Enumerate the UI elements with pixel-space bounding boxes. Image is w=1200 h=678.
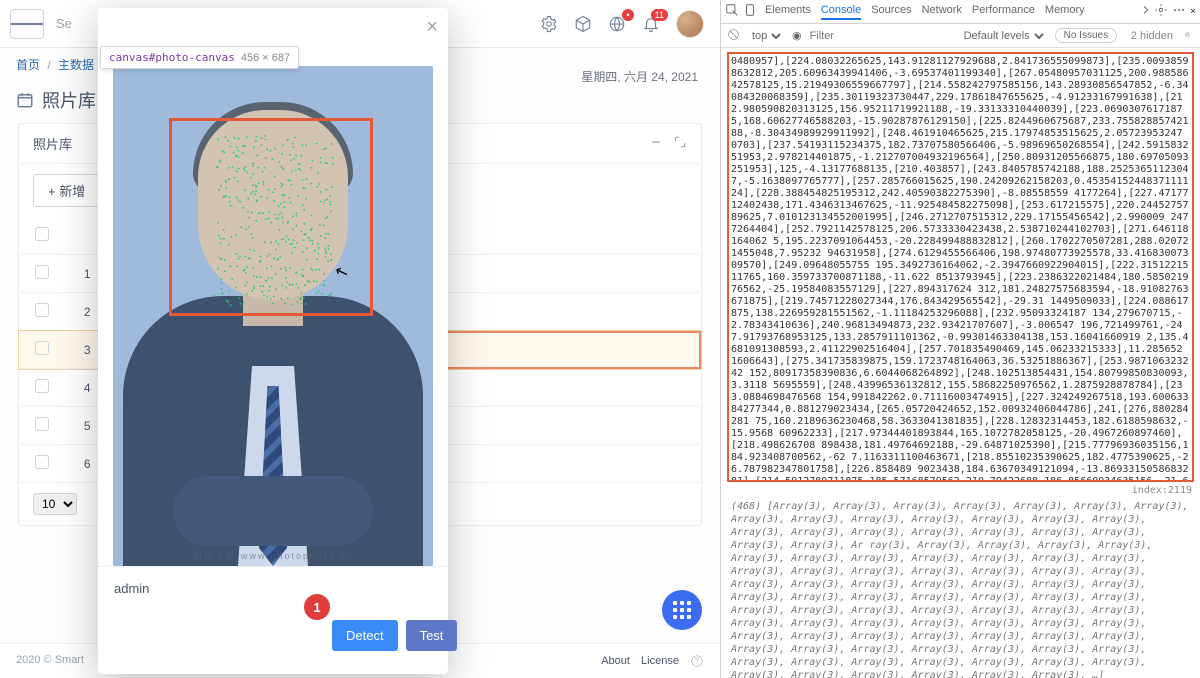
devtools-panel: Elements Console Sources Network Performance… [720, 0, 1200, 678]
breadcrumb-section[interactable]: 主数据 [58, 58, 94, 72]
more-icon[interactable] [1136, 3, 1150, 20]
log-index-a: index:2119 [1132, 485, 1192, 497]
devtools-tab-memory[interactable]: Memory [1045, 4, 1085, 20]
dock-icon[interactable] [1172, 3, 1186, 20]
coord-output: 0480957],[224.08032265625,143.9128112792… [727, 52, 1194, 482]
apps-icon [673, 601, 691, 619]
hidden-count: 2 hidden [1131, 30, 1173, 42]
help-icon[interactable] [690, 654, 704, 668]
row-checkbox[interactable] [35, 265, 49, 279]
menu-toggle-button[interactable] [10, 9, 44, 39]
footer-license[interactable]: License [641, 655, 679, 667]
footer-about[interactable]: About [601, 655, 630, 667]
detect-button[interactable]: Detect [332, 620, 398, 651]
issues-pill[interactable]: No Issues [1055, 28, 1117, 43]
settings-icon[interactable] [1154, 3, 1168, 20]
photo-modal: × canvas#photo-canvas456 × 687 图片下载 www.… [98, 8, 448, 674]
row-checkbox[interactable] [35, 379, 49, 393]
inspect-tooltip: canvas#photo-canvas456 × 687 [100, 46, 299, 69]
owner-label: admin [98, 566, 448, 610]
console-body[interactable]: 0480957],[224.08032265625,143.9128112792… [721, 48, 1200, 678]
devtools-tab-elements[interactable]: Elements [765, 4, 811, 20]
filter-input[interactable] [810, 30, 952, 42]
card-title: 照片库 [33, 134, 72, 153]
select-all-checkbox[interactable] [35, 227, 49, 241]
levels-select[interactable]: Default levels [960, 29, 1047, 43]
row-checkbox[interactable] [35, 417, 49, 431]
row-checkbox[interactable] [35, 341, 49, 355]
console-gear-icon[interactable] [1181, 28, 1194, 44]
devtools-tabbar: Elements Console Sources Network Performance… [721, 0, 1200, 24]
device-icon[interactable] [743, 3, 757, 20]
devtools-tab-performance[interactable]: Performance [972, 4, 1035, 20]
console-toolbar: top ◉ Default levels No Issues 2 hidden [721, 24, 1200, 48]
calendar-icon [16, 91, 34, 109]
cube-icon[interactable] [574, 15, 592, 33]
clear-icon[interactable] [727, 28, 740, 44]
app-window: Se • 11 首页 / 主数据 星期四, 六月 24, 2021 照片库 照片… [0, 0, 720, 678]
date-line: 星期四, 六月 24, 2021 [581, 68, 698, 85]
row-checkbox[interactable] [35, 455, 49, 469]
page-size-select[interactable]: 10 [33, 493, 77, 515]
gear-icon[interactable] [540, 15, 558, 33]
devtools-tab-console[interactable]: Console [821, 4, 861, 20]
test-button[interactable]: Test [406, 620, 458, 651]
inspect-icon[interactable] [725, 3, 739, 20]
row-checkbox[interactable] [35, 303, 49, 317]
photo-canvas[interactable]: 图片下载 www.photophoto.cn ↖ [113, 66, 433, 566]
avatar[interactable] [676, 10, 704, 38]
breadcrumb-home[interactable]: 首页 [16, 58, 40, 72]
add-button[interactable]: + 新增 [33, 174, 100, 207]
notif-badge: 11 [651, 9, 668, 21]
expand-icon[interactable] [673, 135, 687, 152]
topbar-actions: • 11 [540, 10, 704, 38]
context-select[interactable]: top [748, 29, 784, 43]
step-badge: 1 [304, 594, 330, 620]
bell-icon[interactable]: 11 [642, 15, 660, 33]
devtools-tab-network[interactable]: Network [922, 4, 962, 20]
array-output: (468) [Array(3), Array(3), Array(3), Arr… [725, 498, 1196, 678]
landmark-dots [113, 66, 433, 566]
devtools-close-icon[interactable]: × [1190, 6, 1196, 17]
footer-copy: 2020 © Smart [16, 654, 84, 668]
devtools-tab-sources[interactable]: Sources [871, 4, 911, 20]
close-icon[interactable]: × [426, 16, 438, 39]
globe-icon[interactable]: • [608, 15, 626, 33]
globe-badge: • [622, 9, 634, 21]
minimize-icon[interactable] [649, 135, 663, 152]
apps-fab[interactable] [662, 590, 702, 630]
